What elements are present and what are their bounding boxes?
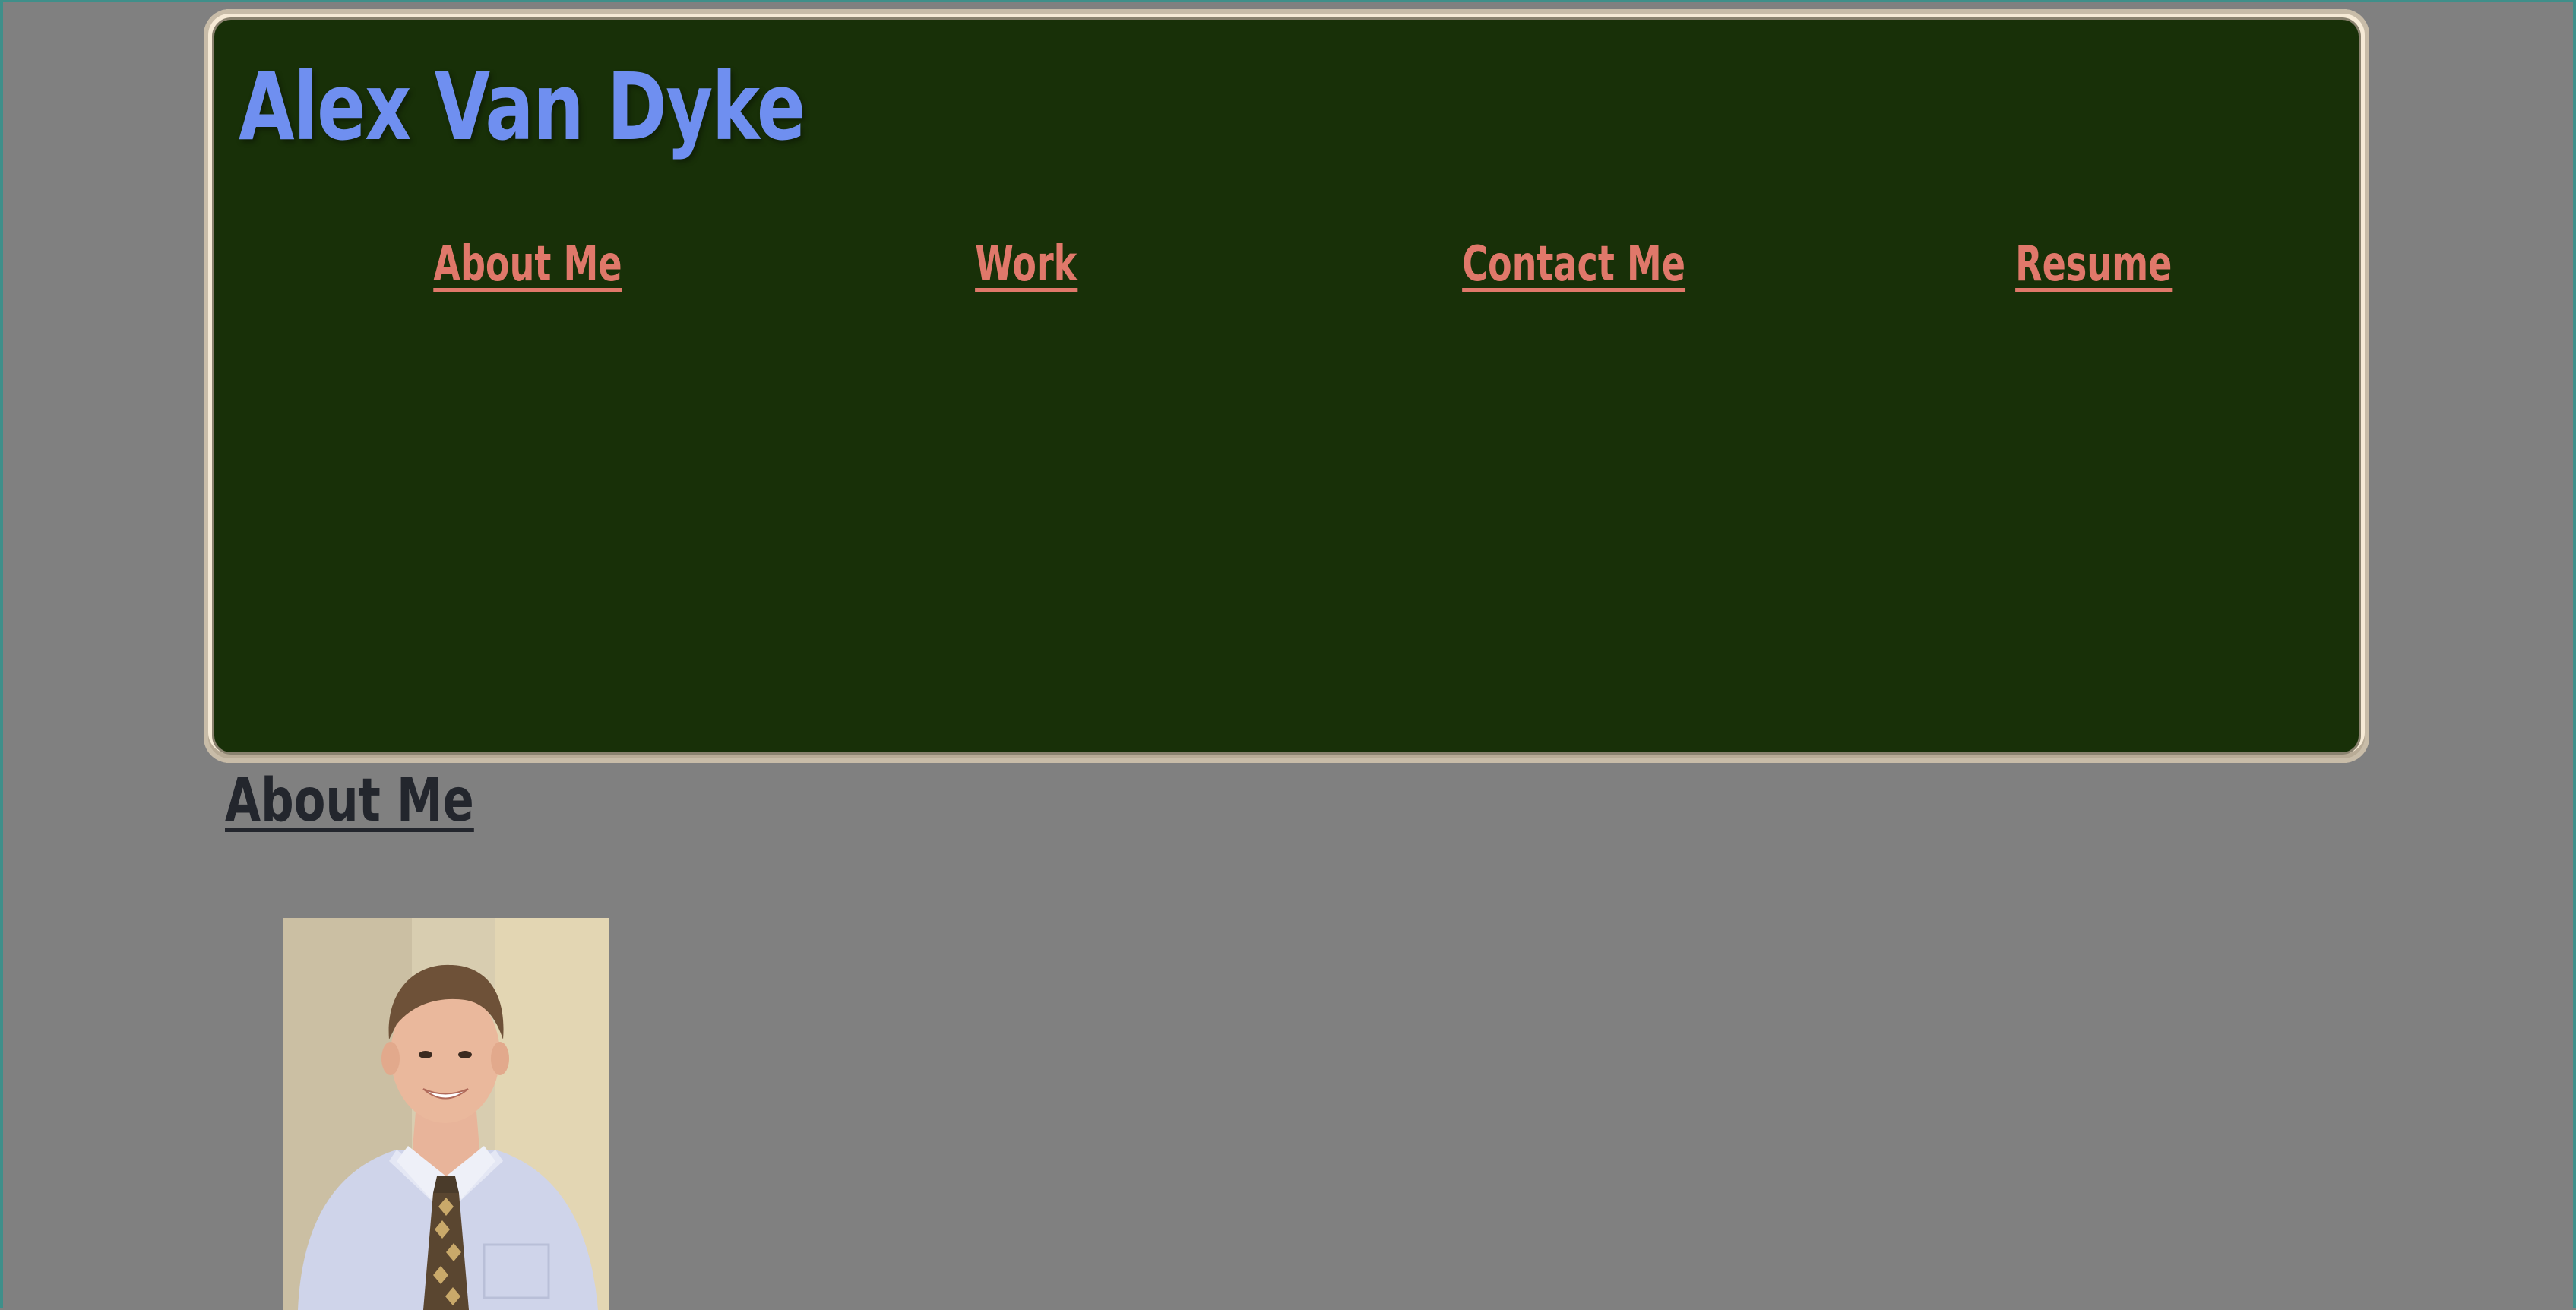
nav-link-resume[interactable]: Resume (2015, 240, 2172, 289)
main-nav: About Me Work Contact Me Resume (214, 240, 2359, 316)
nav-link-contact-me[interactable]: Contact Me (1462, 240, 1685, 289)
site-title: Alex Van Dyke (239, 53, 805, 161)
header-card: Alex Van Dyke About Me Work Contact Me R… (204, 9, 2369, 763)
about-me-heading: About Me (225, 767, 474, 835)
nav-link-about-me[interactable]: About Me (433, 240, 622, 289)
nav-link-work[interactable]: Work (975, 240, 1077, 289)
profile-photo (283, 918, 609, 1310)
header-panel: Alex Van Dyke About Me Work Contact Me R… (214, 20, 2359, 752)
